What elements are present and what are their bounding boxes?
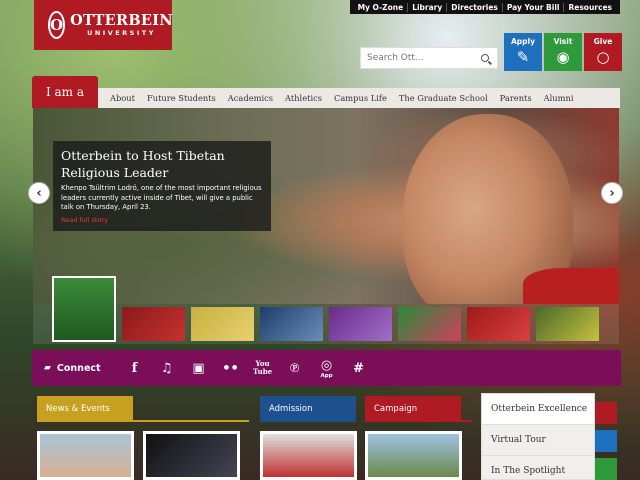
chevron-right-icon: › bbox=[609, 185, 615, 201]
nav-item-alumni[interactable]: Alumni bbox=[538, 93, 580, 103]
campaign-card-image[interactable] bbox=[365, 431, 462, 480]
slider-thumbnails bbox=[33, 276, 619, 344]
eye-icon: ◉ bbox=[556, 48, 570, 66]
nav-item-academics[interactable]: Academics bbox=[222, 93, 279, 103]
side-tab-blue bbox=[595, 430, 617, 452]
search-icon[interactable] bbox=[481, 54, 489, 62]
search-input[interactable] bbox=[367, 53, 477, 63]
app-label: App bbox=[320, 372, 333, 379]
news-underline bbox=[37, 420, 249, 422]
tab-news-events[interactable]: News & Events bbox=[37, 396, 133, 422]
logo-icon: O bbox=[48, 11, 66, 39]
nav-item-about[interactable]: About bbox=[104, 93, 141, 103]
give-label: Give bbox=[593, 37, 613, 46]
visit-button[interactable]: Visit ◉ bbox=[544, 33, 582, 71]
apply-button[interactable]: Apply ✎ bbox=[504, 33, 542, 71]
campaign-underline bbox=[365, 420, 473, 422]
app-icon[interactable]: ◎ App bbox=[311, 358, 343, 379]
admission-underline bbox=[260, 420, 356, 422]
slide-thumbnail-active[interactable] bbox=[52, 276, 116, 342]
visit-label: Visit bbox=[553, 37, 573, 46]
utility-link-pay-bill[interactable]: Pay Your Bill bbox=[501, 2, 564, 12]
site-logo[interactable]: O OTTERBEIN UNIVERSITY bbox=[34, 0, 173, 50]
apply-label: Apply bbox=[510, 37, 535, 46]
hero-title: Otterbein to Host Tibetan Religious Lead… bbox=[61, 148, 225, 180]
side-tab-green bbox=[595, 458, 617, 480]
search-box bbox=[360, 47, 498, 69]
slider-prev-button[interactable]: ‹ bbox=[28, 182, 50, 204]
slider-next-button[interactable]: › bbox=[601, 182, 623, 204]
side-item-virtual-tour[interactable]: Virtual Tour bbox=[482, 425, 594, 456]
instagram-icon[interactable]: ▣ bbox=[183, 361, 215, 376]
slide-thumbnail[interactable] bbox=[122, 307, 185, 341]
main-nav: I am a About Future Students Academics A… bbox=[32, 76, 620, 108]
chevron-left-icon: ‹ bbox=[36, 185, 42, 201]
hero-read-more-link[interactable]: Read full story bbox=[61, 216, 263, 224]
hero-caption: Otterbein to Host Tibetan Religious Lead… bbox=[53, 141, 271, 231]
i-am-a-menu[interactable]: I am a bbox=[32, 76, 98, 108]
tab-admission[interactable]: Admission bbox=[260, 396, 356, 422]
slide-thumbnail[interactable] bbox=[398, 307, 461, 341]
news-card-image[interactable] bbox=[37, 431, 134, 480]
feature-side-menu: Otterbein Excellence Virtual Tour In The… bbox=[481, 393, 595, 480]
nav-item-parents[interactable]: Parents bbox=[494, 93, 538, 103]
tab-campaign[interactable]: Campaign bbox=[365, 396, 461, 422]
twitter-icon[interactable]: ♫ bbox=[151, 361, 183, 376]
side-tab-red bbox=[595, 402, 617, 424]
utility-nav: My O-Zone Library Directories Pay Your B… bbox=[349, 0, 620, 14]
slide-thumbnail[interactable] bbox=[260, 307, 323, 341]
nav-bar: About Future Students Academics Athletic… bbox=[98, 88, 620, 108]
logo-subtitle: UNIVERSITY bbox=[87, 29, 156, 37]
slide-thumbnail[interactable] bbox=[329, 307, 392, 341]
hashtag-icon[interactable]: # bbox=[343, 361, 375, 376]
chat-icon: ▰ bbox=[44, 363, 51, 373]
slide-thumbnail[interactable] bbox=[467, 307, 530, 341]
nav-item-athletics[interactable]: Athletics bbox=[279, 93, 328, 103]
nav-item-campus-life[interactable]: Campus Life bbox=[328, 93, 393, 103]
side-item-spotlight[interactable]: In The Spotlight bbox=[482, 456, 594, 480]
utility-link-library[interactable]: Library bbox=[407, 2, 446, 12]
nav-item-future-students[interactable]: Future Students bbox=[141, 93, 222, 103]
news-card-image[interactable] bbox=[143, 431, 240, 480]
give-button[interactable]: Give ○ bbox=[584, 33, 622, 71]
hero-image-robe bbox=[523, 268, 619, 304]
utility-link-resources[interactable]: Resources bbox=[563, 2, 616, 12]
ring-icon: ○ bbox=[596, 48, 610, 66]
logo-name: OTTERBEIN bbox=[70, 11, 173, 29]
utility-link-o-zone[interactable]: My O-Zone bbox=[354, 3, 408, 12]
slide-thumbnail[interactable] bbox=[191, 307, 254, 341]
nav-item-graduate-school[interactable]: The Graduate School bbox=[393, 93, 494, 103]
connect-label: Connect bbox=[56, 362, 101, 374]
pinterest-icon[interactable]: ℗ bbox=[279, 360, 311, 376]
hero-body: Khenpo Tsültrim Lodrö, one of the most i… bbox=[61, 184, 262, 211]
side-item-excellence[interactable]: Otterbein Excellence bbox=[482, 394, 594, 425]
hero-slider: Otterbein to Host Tibetan Religious Lead… bbox=[33, 108, 619, 304]
facebook-icon[interactable]: f bbox=[119, 361, 151, 376]
utility-link-directories[interactable]: Directories bbox=[446, 2, 502, 12]
pencil-note-icon: ✎ bbox=[516, 48, 530, 66]
youtube-icon[interactable]: You Tube bbox=[247, 360, 279, 376]
flickr-icon[interactable]: •• bbox=[215, 361, 247, 376]
admission-card-image[interactable] bbox=[260, 431, 357, 480]
slide-thumbnail[interactable] bbox=[536, 307, 599, 341]
social-connect-bar: ▰ Connect f ♫ ▣ •• You Tube ℗ ◎ App # bbox=[32, 350, 621, 386]
